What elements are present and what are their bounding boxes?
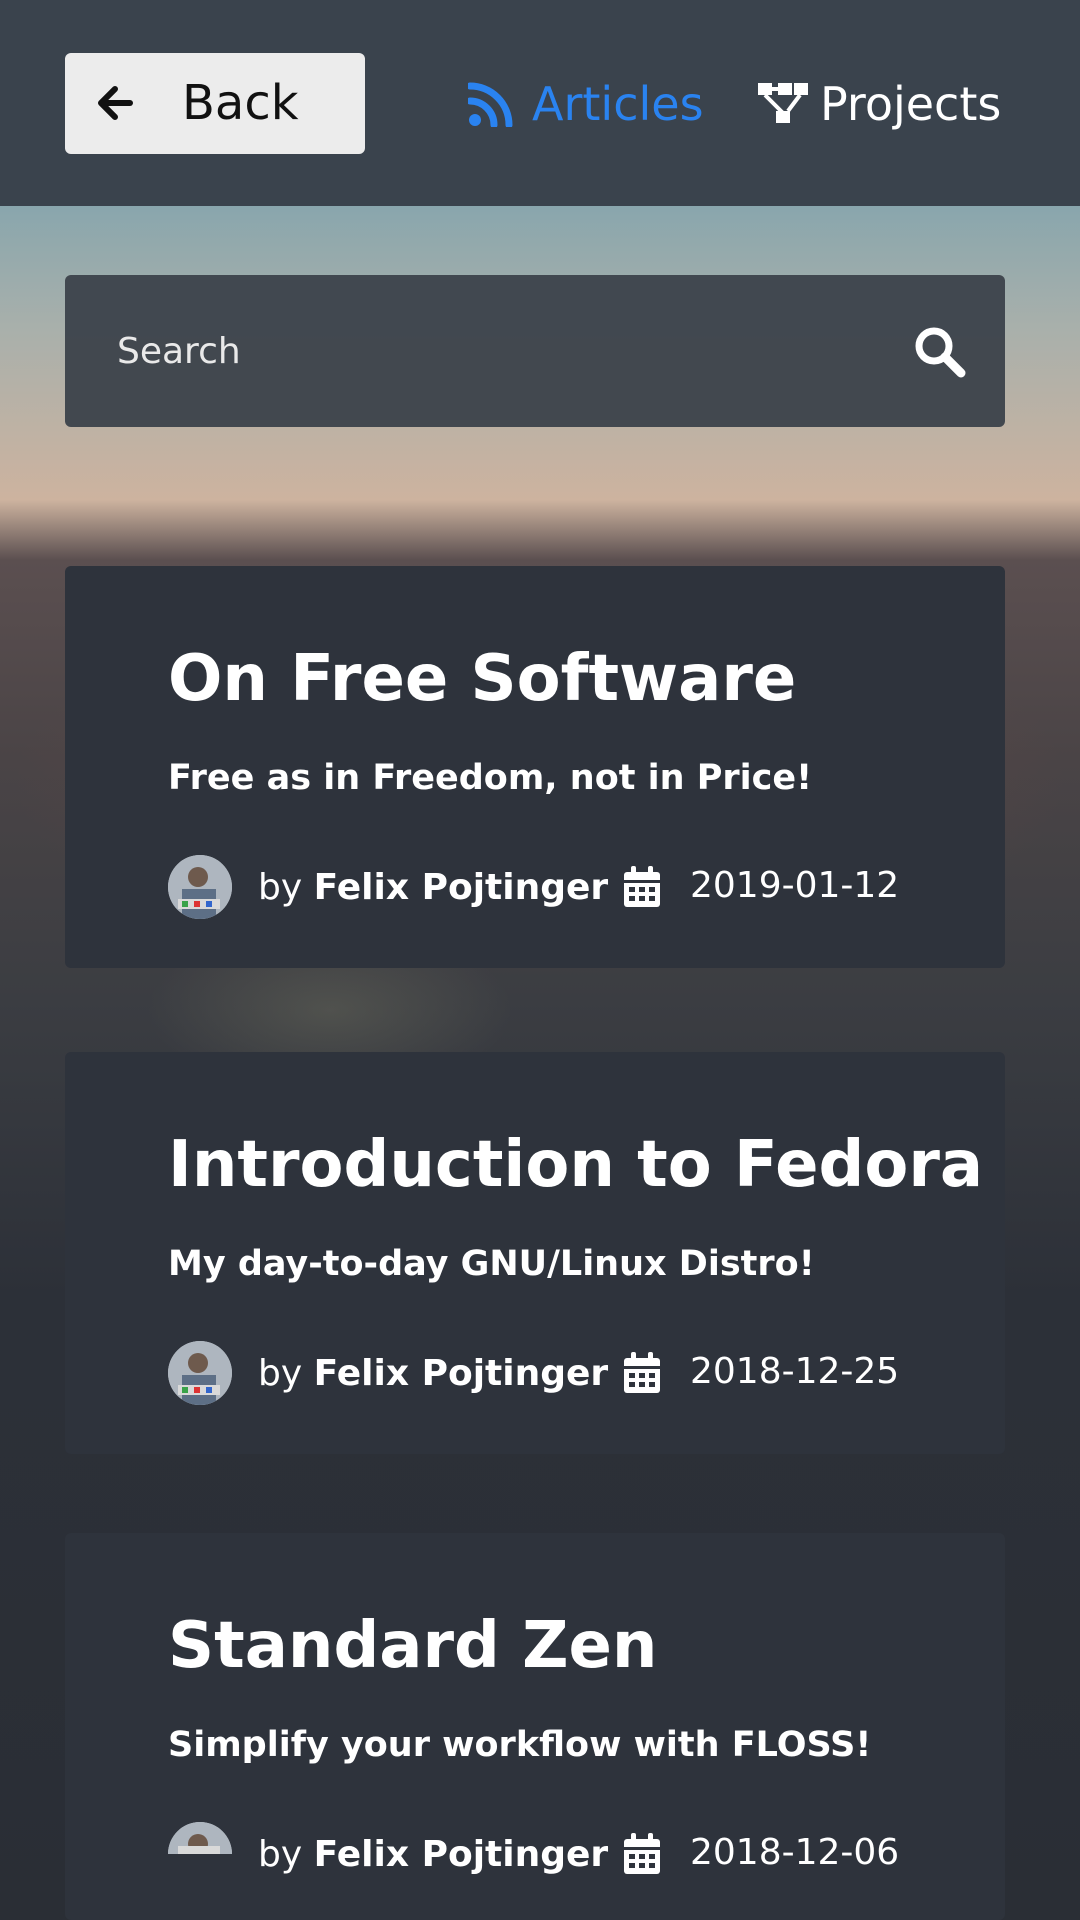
- author-avatar: [168, 855, 232, 919]
- nav-projects-link[interactable]: Projects: [756, 74, 1001, 134]
- article-title[interactable]: Standard Zen: [168, 1608, 657, 1684]
- search-input[interactable]: [117, 315, 877, 387]
- article-subtitle: My day-to-day GNU/Linux Distro!: [168, 1244, 815, 1284]
- author-byline: by Felix Pojtinger: [258, 1834, 609, 1875]
- nav-projects-label: Projects: [820, 77, 1002, 131]
- article-date: 2018-12-06: [690, 1832, 900, 1873]
- calendar-icon: [624, 866, 660, 907]
- author-byline: by Felix Pojtinger: [258, 867, 609, 908]
- article-card[interactable]: On Free Software Free as in Freedom, not…: [65, 566, 1005, 968]
- article-subtitle: Free as in Freedom, not in Price!: [168, 758, 813, 798]
- article-date: 2019-01-12: [690, 865, 900, 906]
- author-name: Felix Pojtinger: [313, 1834, 609, 1875]
- nav-articles-link[interactable]: Articles: [468, 74, 704, 134]
- article-card[interactable]: Introduction to Fedora My day-to-day GNU…: [65, 1052, 1005, 1454]
- top-navigation-bar: Back Articles Projects: [0, 0, 1080, 206]
- article-meta: by Felix Pojtinger 2018-12-06: [168, 1821, 968, 1887]
- author-byline: by Felix Pojtinger: [258, 1353, 609, 1394]
- nav-articles-label: Articles: [532, 77, 704, 131]
- article-subtitle: Simplify your workflow with FLOSS!: [168, 1725, 872, 1765]
- author-avatar: [168, 1822, 232, 1854]
- article-meta: by Felix Pojtinger 2019-01-12: [168, 854, 968, 920]
- sitemap-icon: [758, 83, 808, 123]
- article-title[interactable]: On Free Software: [168, 641, 796, 717]
- author-avatar: [168, 1341, 232, 1405]
- article-card[interactable]: Standard Zen Simplify your workflow with…: [65, 1533, 1005, 1920]
- author-name: Felix Pojtinger: [313, 867, 609, 908]
- back-button-label: Back: [182, 75, 299, 131]
- article-date: 2018-12-25: [690, 1351, 900, 1392]
- back-button[interactable]: Back: [65, 53, 365, 154]
- article-title[interactable]: Introduction to Fedora: [168, 1127, 983, 1203]
- search-bar: [65, 275, 1005, 427]
- search-icon[interactable]: [913, 325, 967, 379]
- calendar-icon: [624, 1833, 660, 1874]
- author-name: Felix Pojtinger: [313, 1353, 609, 1394]
- calendar-icon: [624, 1352, 660, 1393]
- rss-icon: [468, 82, 513, 127]
- article-meta: by Felix Pojtinger 2018-12-25: [168, 1340, 968, 1406]
- arrow-left-icon: [98, 86, 133, 120]
